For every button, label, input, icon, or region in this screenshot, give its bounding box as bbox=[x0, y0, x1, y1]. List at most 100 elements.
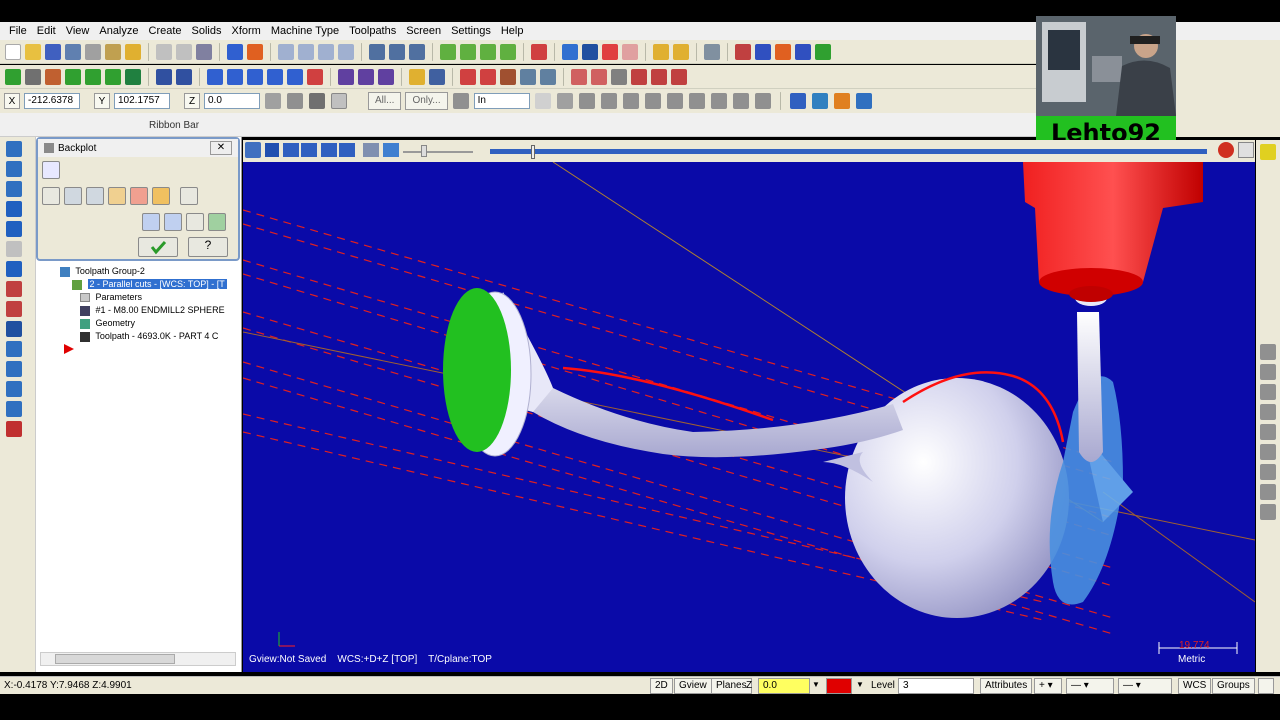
contour-icon[interactable] bbox=[591, 68, 607, 85]
sum-icon[interactable] bbox=[795, 43, 811, 60]
mask-level-icon[interactable] bbox=[1260, 504, 1276, 520]
menu-solids[interactable]: Solids bbox=[187, 25, 227, 37]
attributes-button[interactable]: Attributes bbox=[980, 678, 1033, 694]
dimension-icon[interactable] bbox=[338, 68, 354, 85]
trace-icon[interactable] bbox=[164, 213, 182, 231]
trim-icon[interactable] bbox=[156, 68, 172, 85]
loft-icon[interactable] bbox=[6, 321, 22, 337]
mirror-icon[interactable] bbox=[775, 43, 791, 60]
mask-surface-icon[interactable] bbox=[1260, 404, 1276, 420]
line-style-select[interactable]: — ▾ bbox=[1066, 678, 1114, 694]
z-depth-input[interactable]: 0.0 bbox=[758, 678, 810, 694]
surface-icon[interactable] bbox=[125, 68, 141, 85]
menu-settings[interactable]: Settings bbox=[446, 25, 496, 37]
level-icon[interactable] bbox=[815, 43, 831, 60]
ok-button[interactable] bbox=[138, 237, 178, 257]
xform-offset-icon[interactable] bbox=[287, 68, 303, 85]
solid-icon[interactable] bbox=[429, 68, 445, 85]
view-side-icon[interactable] bbox=[409, 43, 425, 60]
xform-translate-icon[interactable] bbox=[207, 68, 223, 85]
mask-spline-icon[interactable] bbox=[1260, 384, 1276, 400]
speed-slider[interactable] bbox=[403, 151, 473, 153]
select-only-button[interactable]: Only... bbox=[405, 92, 448, 110]
break-icon[interactable] bbox=[176, 68, 192, 85]
chain-select-icon[interactable] bbox=[666, 93, 683, 109]
xform-scale-icon[interactable] bbox=[247, 68, 263, 85]
layer-icon[interactable] bbox=[540, 68, 556, 85]
point-style-select[interactable]: + ▾ bbox=[1034, 678, 1062, 694]
tree-item-parameters[interactable]: Parameters bbox=[60, 291, 240, 304]
zoom-window-icon[interactable] bbox=[278, 43, 294, 60]
ops-manager-icon[interactable] bbox=[6, 161, 22, 177]
status-expand-icon[interactable] bbox=[1258, 678, 1274, 694]
stock-icon[interactable] bbox=[811, 93, 828, 109]
z-dropdown-arrow-icon[interactable]: ▼ bbox=[812, 680, 820, 689]
gview-icon[interactable] bbox=[562, 43, 578, 60]
menu-view[interactable]: View bbox=[61, 25, 95, 37]
open-file-icon[interactable] bbox=[25, 43, 41, 60]
save-icon[interactable] bbox=[45, 43, 61, 60]
progress-track[interactable] bbox=[490, 149, 1207, 154]
verify-icon[interactable] bbox=[651, 68, 667, 85]
rewind-loop-icon[interactable] bbox=[245, 142, 261, 158]
measure-icon[interactable] bbox=[704, 43, 720, 60]
menu-screen[interactable]: Screen bbox=[401, 25, 446, 37]
toolpath-icon[interactable] bbox=[571, 68, 587, 85]
zoom-out-icon[interactable] bbox=[338, 43, 354, 60]
list-icon[interactable] bbox=[480, 68, 496, 85]
mask-icon[interactable] bbox=[732, 93, 749, 109]
endpoints-icon[interactable] bbox=[130, 187, 148, 205]
show-holder-icon[interactable] bbox=[86, 187, 104, 205]
show-tool-icon[interactable] bbox=[64, 187, 82, 205]
selection-type-select[interactable]: In bbox=[473, 93, 530, 109]
circle-icon[interactable] bbox=[45, 68, 61, 85]
help-button[interactable]: ? bbox=[188, 237, 228, 257]
vector-select-icon[interactable] bbox=[600, 93, 617, 109]
rapid-icon[interactable] bbox=[108, 187, 126, 205]
menu-analyze[interactable]: Analyze bbox=[94, 25, 143, 37]
mask-arc-icon[interactable] bbox=[1260, 364, 1276, 380]
tree-item-group[interactable]: Toolpath Group-2 bbox=[60, 265, 240, 278]
sphere-icon[interactable] bbox=[582, 43, 598, 60]
xform-array-icon[interactable] bbox=[307, 68, 323, 85]
xform-rotate-icon[interactable] bbox=[227, 68, 243, 85]
cutting-mode-icon[interactable] bbox=[383, 143, 399, 157]
color-swatch[interactable] bbox=[826, 678, 852, 694]
single-select-icon[interactable] bbox=[644, 93, 661, 109]
selection-mode-icon[interactable] bbox=[452, 93, 469, 109]
shaded-icon[interactable] bbox=[480, 43, 496, 60]
zoom-target-icon[interactable] bbox=[298, 43, 314, 60]
menu-create[interactable]: Create bbox=[144, 25, 187, 37]
wireframe-icon[interactable] bbox=[460, 43, 476, 60]
graphics-viewport[interactable]: 19.774 Metric bbox=[243, 162, 1255, 672]
tree-item-tool[interactable]: #1 - M8.00 ENDMILL2 SPHERE bbox=[60, 304, 240, 317]
view-front-icon[interactable] bbox=[389, 43, 405, 60]
chamfer-icon[interactable] bbox=[105, 68, 121, 85]
menu-file[interactable]: File bbox=[4, 25, 32, 37]
progress-thumb[interactable] bbox=[531, 145, 535, 159]
extrude-icon[interactable] bbox=[6, 221, 22, 237]
save-as-icon[interactable] bbox=[65, 43, 81, 60]
color-dropdown-arrow-icon[interactable]: ▼ bbox=[856, 680, 864, 689]
filter-icon[interactable] bbox=[710, 93, 727, 109]
post-icon[interactable] bbox=[671, 68, 687, 85]
print-icon[interactable] bbox=[85, 43, 101, 60]
note-icon[interactable] bbox=[378, 68, 394, 85]
skip-back-icon[interactable] bbox=[283, 143, 299, 157]
alert-icon[interactable] bbox=[1218, 142, 1234, 158]
step-back-icon[interactable] bbox=[301, 143, 317, 157]
polygon-select-icon[interactable] bbox=[578, 93, 595, 109]
menu-xform[interactable]: Xform bbox=[227, 25, 266, 37]
mode-2d-button[interactable]: 2D bbox=[650, 678, 673, 694]
shell-icon[interactable] bbox=[6, 341, 22, 357]
flag-icon[interactable] bbox=[755, 43, 771, 60]
line-width-select[interactable]: — ▾ bbox=[1118, 678, 1172, 694]
menu-help[interactable]: Help bbox=[496, 25, 529, 37]
iso-view-icon[interactable] bbox=[440, 43, 456, 60]
layout-icon[interactable] bbox=[6, 401, 22, 417]
point-select-icon[interactable] bbox=[287, 93, 303, 109]
tree-item-toolpath[interactable]: Toolpath - 4693.0K - PART 4 C bbox=[60, 330, 240, 343]
scrollbar-thumb[interactable] bbox=[55, 654, 175, 664]
coord-help-icon[interactable] bbox=[331, 93, 347, 109]
mask-solid-icon[interactable] bbox=[1260, 424, 1276, 440]
